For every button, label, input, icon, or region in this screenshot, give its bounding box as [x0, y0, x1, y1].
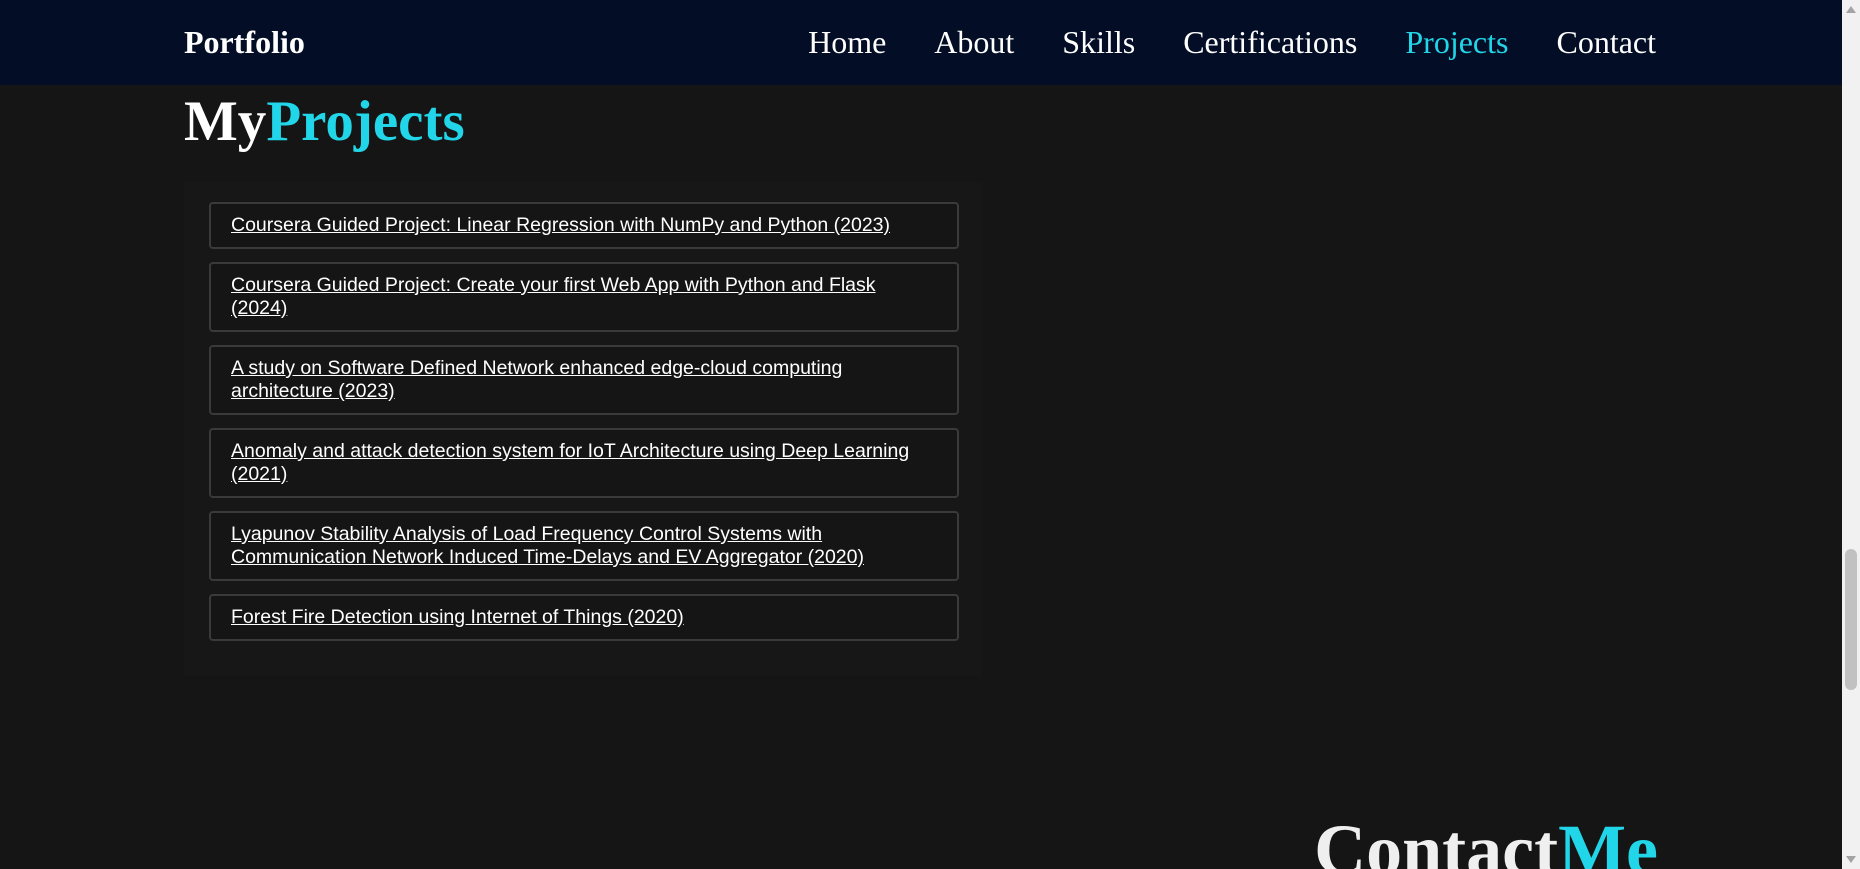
project-link[interactable]: Coursera Guided Project: Create your fir… — [231, 274, 876, 319]
project-item: A study on Software Defined Network enha… — [209, 345, 959, 415]
project-list: Coursera Guided Project: Linear Regressi… — [209, 202, 959, 641]
contact-section-title: ContactMe — [1314, 810, 1658, 869]
scroll-down-arrow-icon[interactable] — [1846, 856, 1856, 863]
nav-links: Home About Skills Certifications Project… — [808, 0, 1656, 85]
project-item: Forest Fire Detection using Internet of … — [209, 594, 959, 641]
project-item: Anomaly and attack detection system for … — [209, 428, 959, 498]
page-scrollbar[interactable] — [1842, 0, 1860, 869]
project-item: Coursera Guided Project: Create your fir… — [209, 262, 959, 332]
project-item: Lyapunov Stability Analysis of Load Freq… — [209, 511, 959, 581]
projects-panel: Coursera Guided Project: Linear Regressi… — [184, 182, 982, 676]
scroll-up-arrow-icon[interactable] — [1846, 6, 1856, 13]
project-link[interactable]: Anomaly and attack detection system for … — [231, 440, 909, 485]
projects-section-title: MyProjects — [184, 88, 465, 156]
projects-title-prefix: My — [184, 90, 267, 153]
nav-link-about[interactable]: About — [934, 24, 1014, 61]
nav-link-home[interactable]: Home — [808, 24, 886, 61]
scrollbar-thumb[interactable] — [1845, 549, 1857, 690]
contact-title-accent: Me — [1558, 810, 1658, 869]
nav-link-skills[interactable]: Skills — [1062, 24, 1135, 61]
project-link[interactable]: Coursera Guided Project: Linear Regressi… — [231, 214, 890, 236]
nav-link-projects[interactable]: Projects — [1405, 24, 1508, 61]
project-item: Coursera Guided Project: Linear Regressi… — [209, 202, 959, 249]
nav-link-contact[interactable]: Contact — [1556, 24, 1656, 61]
project-link[interactable]: A study on Software Defined Network enha… — [231, 357, 842, 402]
top-navbar: Portfolio Home About Skills Certificatio… — [0, 0, 1842, 85]
brand-logo[interactable]: Portfolio — [184, 0, 305, 85]
nav-link-certifications[interactable]: Certifications — [1183, 24, 1357, 61]
project-link[interactable]: Forest Fire Detection using Internet of … — [231, 606, 684, 628]
contact-title-prefix: Contact — [1314, 810, 1559, 869]
project-link[interactable]: Lyapunov Stability Analysis of Load Freq… — [231, 523, 864, 568]
projects-title-accent: Projects — [266, 90, 465, 153]
